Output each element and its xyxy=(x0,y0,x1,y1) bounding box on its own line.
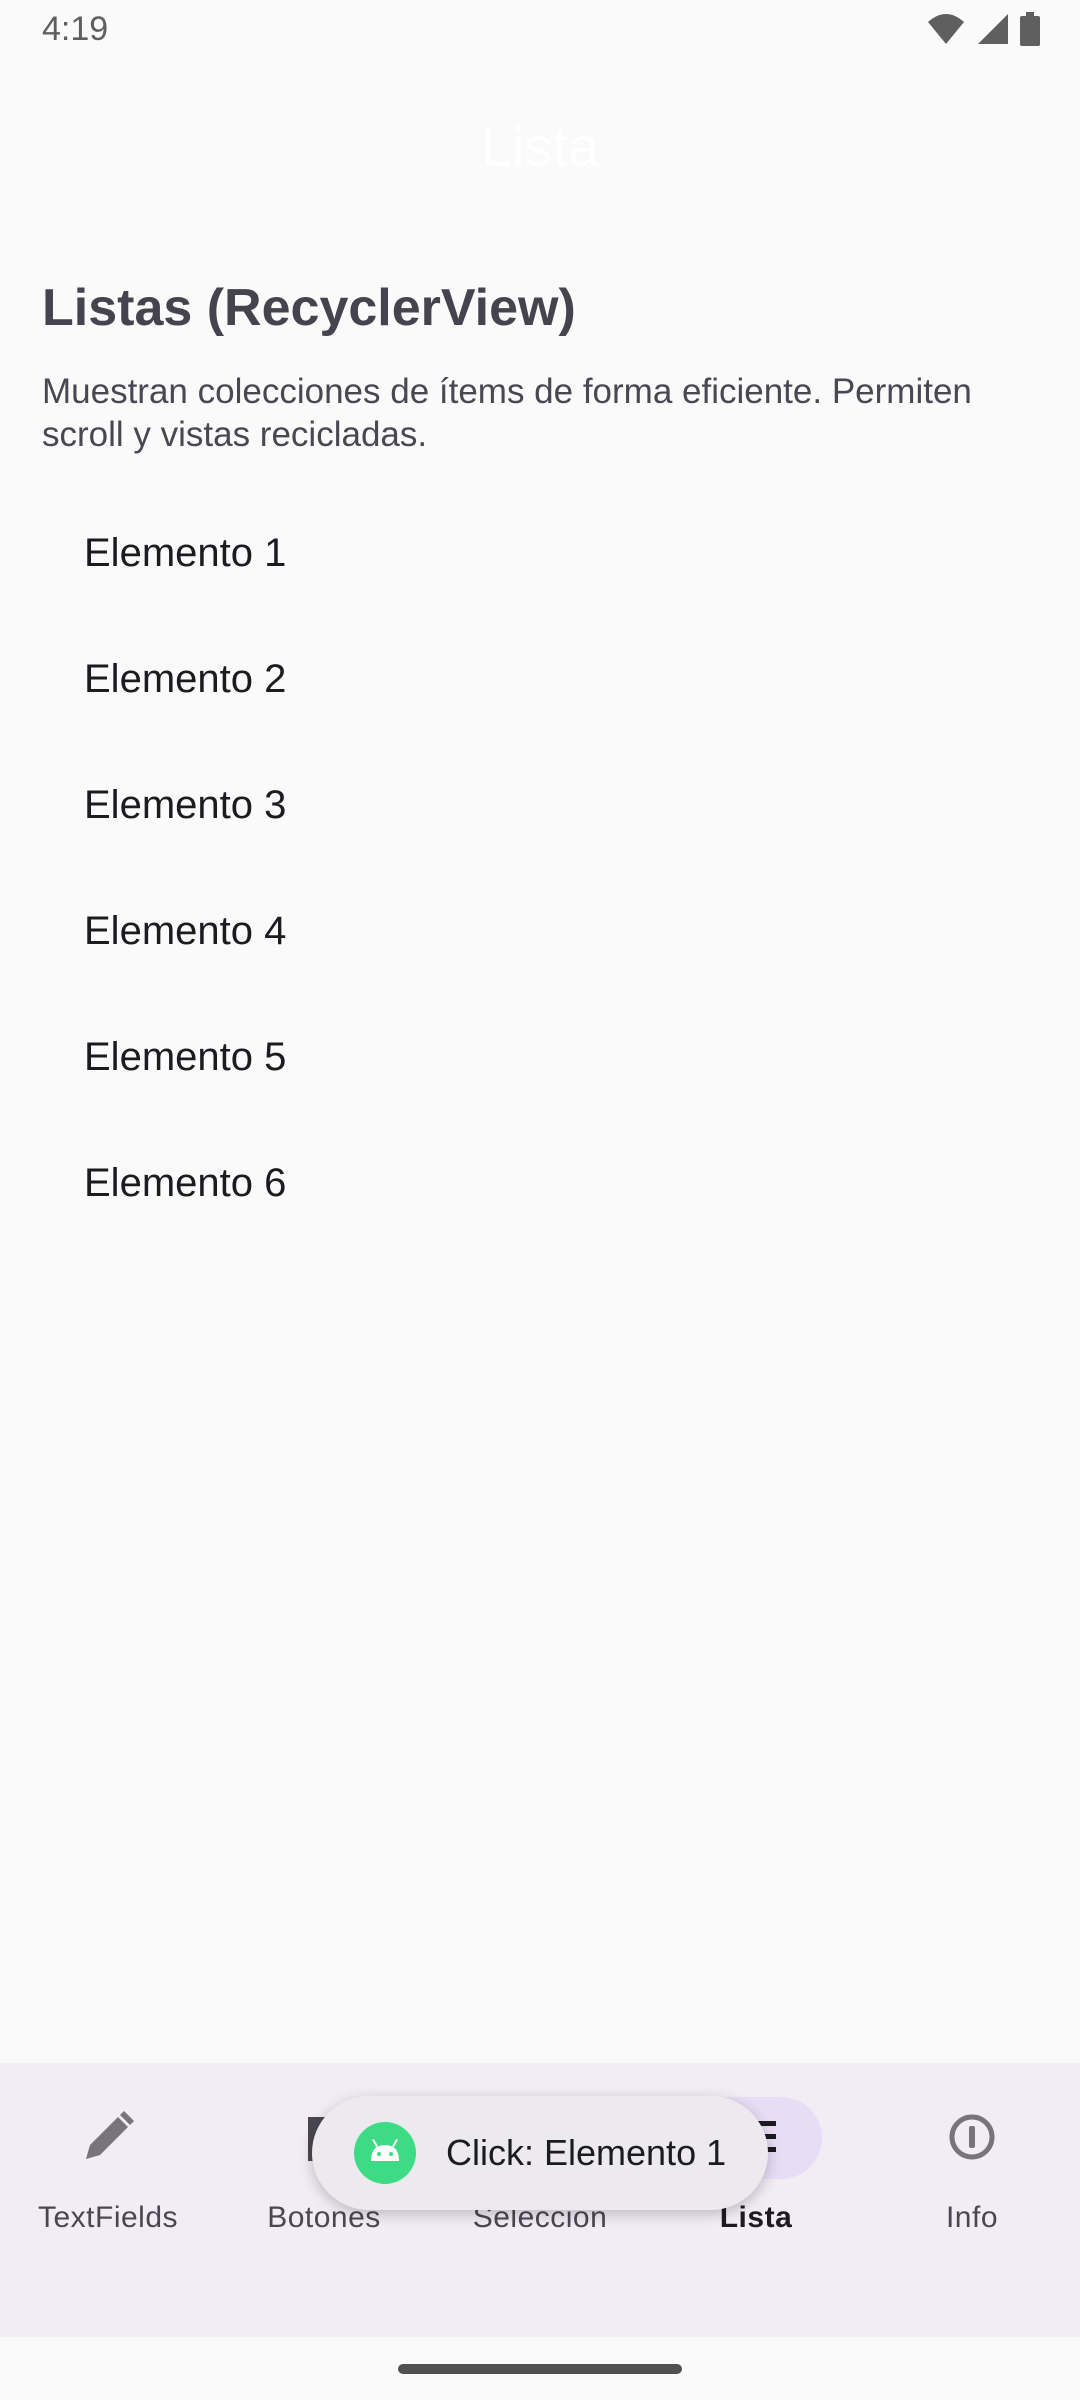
list-item-label: Elemento 1 xyxy=(84,530,287,575)
list-item-label: Elemento 3 xyxy=(84,782,287,827)
wifi-icon xyxy=(926,12,966,46)
top-app-bar: Lista xyxy=(0,62,1080,238)
home-indicator[interactable] xyxy=(398,2364,682,2374)
nav-item-info[interactable]: Info xyxy=(864,2063,1080,2337)
toast-text: Click: Elemento 1 xyxy=(446,2132,727,2173)
pencil-icon xyxy=(78,2107,138,2167)
status-icons xyxy=(926,12,1040,46)
list-item[interactable]: Elemento 5 xyxy=(0,994,1080,1120)
nav-label: Info xyxy=(945,2201,999,2234)
battery-icon xyxy=(1020,12,1040,46)
list-item-label: Elemento 5 xyxy=(84,1034,287,1079)
recycler-list[interactable]: Elemento 1 Elemento 2 Elemento 3 Element… xyxy=(0,490,1080,1246)
list-item[interactable]: Elemento 3 xyxy=(0,742,1080,868)
list-item-label: Elemento 4 xyxy=(84,908,287,953)
nav-item-textfields[interactable]: TextFields xyxy=(0,2063,216,2337)
list-item[interactable]: Elemento 2 xyxy=(0,616,1080,742)
list-item[interactable]: Elemento 4 xyxy=(0,868,1080,994)
toast-message: Click: Elemento 1 xyxy=(312,2096,768,2210)
list-item[interactable]: Elemento 1 xyxy=(0,490,1080,616)
signal-icon xyxy=(976,12,1010,46)
list-item-label: Elemento 6 xyxy=(84,1160,287,1205)
page-title: Listas (RecyclerView) xyxy=(42,279,576,337)
list-item-label: Elemento 2 xyxy=(84,656,287,701)
top-bar-title: Lista xyxy=(480,115,600,178)
page-description: Muestran colecciones de ítems de forma e… xyxy=(42,372,972,454)
info-icon xyxy=(942,2107,1002,2167)
list-item[interactable]: Elemento 6 xyxy=(0,1120,1080,1246)
status-time: 4:19 xyxy=(42,10,109,48)
status-bar: 4:19 xyxy=(0,0,1080,62)
android-icon xyxy=(354,2122,416,2184)
nav-label: TextFields xyxy=(37,2201,179,2234)
